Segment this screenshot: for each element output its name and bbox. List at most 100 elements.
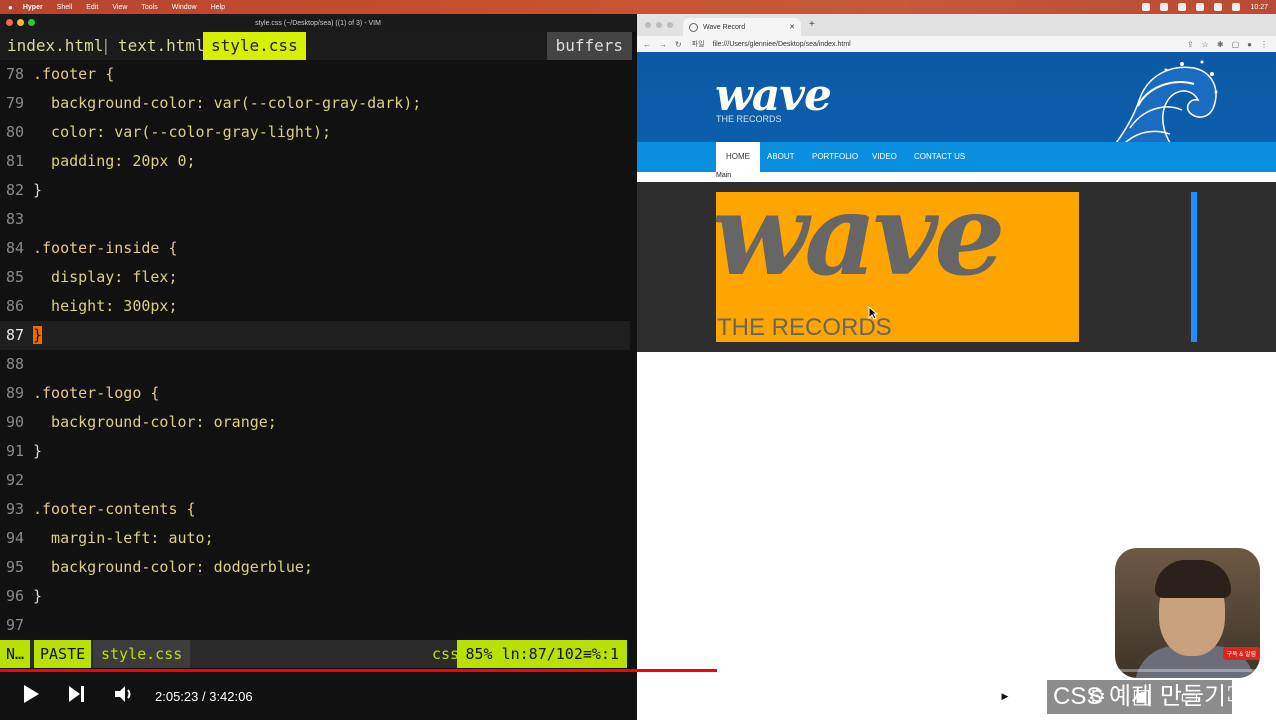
address-bar[interactable]: file:///Users/glenniee/Desktop/sea/index… (713, 41, 851, 48)
code-line: 94 margin-left: auto; (5, 529, 214, 547)
autoplay-icon: ▶ (996, 687, 1014, 705)
nav-contact-us[interactable]: CONTACT US (914, 142, 965, 172)
mouse-pointer-icon (868, 306, 878, 320)
video-controls: 2:05:23 / 3:42:06 ▶ CSS 예제 만들기 ⚙ ▣ ▭ ⛶ (0, 672, 1276, 720)
menu-window[interactable]: Window (172, 4, 197, 11)
nav-portfolio[interactable]: PORTFOLIO (812, 142, 858, 172)
close-tab-icon[interactable]: ✕ (789, 23, 795, 31)
menu-edit[interactable]: Edit (86, 4, 98, 11)
vim-status-filename: style.css (93, 640, 191, 668)
vim-cursor-position: 85% ln:87/102≡%:1 (457, 640, 627, 668)
code-line: 79 background-color: var(--color-gray-da… (5, 94, 422, 112)
browser-tab[interactable]: Wave Record ✕ (683, 18, 801, 36)
code-line: 83 (5, 210, 24, 228)
wifi-icon[interactable] (1196, 3, 1205, 11)
code-line: 91} (5, 442, 43, 460)
code-line: 97 (5, 616, 24, 634)
code-line: 90 background-color: orange; (5, 413, 277, 431)
nav-video[interactable]: VIDEO (872, 142, 897, 172)
nav-about[interactable]: ABOUT (767, 142, 795, 172)
zoom-window-button[interactable] (28, 19, 35, 26)
vim-tab-style-css[interactable]: style.css (203, 32, 306, 60)
vim-tab-text-html[interactable]: text.html (118, 32, 205, 60)
control-center-icon[interactable] (1232, 3, 1241, 11)
terminal-titlebar: style.css (~/Desktop/sea) ((1) of 3) - V… (0, 14, 636, 32)
presenter-hair (1155, 560, 1231, 598)
vim-buffers-label: buffers (546, 32, 632, 60)
menu-shell[interactable]: Shell (57, 4, 73, 11)
browser-tab-title: Wave Record (703, 23, 746, 31)
theater-mode-icon[interactable]: ▭ (1180, 684, 1199, 709)
extensions-icon[interactable]: ✱ (1217, 40, 1224, 49)
close-window-button[interactable] (645, 22, 651, 28)
volume-icon[interactable] (114, 684, 136, 710)
status-icon[interactable] (1178, 3, 1187, 11)
zoom-window-button[interactable] (667, 22, 673, 28)
profile-avatar-icon[interactable]: ● (1247, 40, 1252, 49)
code-line: 88 (5, 355, 24, 373)
code-line: 81 padding: 20px 0; (5, 152, 196, 170)
status-icon[interactable] (1160, 3, 1169, 11)
search-icon[interactable] (1214, 3, 1223, 11)
code-line: 93 .footer-contents { (5, 500, 196, 518)
menu-kebab-icon[interactable]: ⋮ (1260, 40, 1268, 49)
window-controls (6, 19, 35, 26)
code-line: 85 display: flex; (5, 268, 178, 286)
share-icon[interactable]: ⇪ (1187, 40, 1194, 49)
webcam-overlay: 구독 & 알림 (1115, 548, 1260, 678)
play-icon[interactable] (22, 684, 40, 710)
video-timecode: 2:05:23 / 3:42:06 (155, 689, 253, 704)
browser-tools: ⇪ ☆ ✱ ▢ ● ⋮ (1187, 40, 1268, 49)
code-line: 78 .footer { (5, 65, 115, 83)
minimize-window-button[interactable] (17, 19, 24, 26)
forward-icon[interactable]: → (659, 40, 667, 49)
vim-paste-indicator: PASTE (34, 640, 92, 668)
code-line: 86 height: 300px; (5, 297, 178, 315)
menu-tools[interactable]: Tools (141, 4, 157, 11)
code-line: 92 (5, 471, 24, 489)
code-line: 95 background-color: dodgerblue; (5, 558, 313, 576)
vim-tab-index-html[interactable]: index.html (7, 32, 103, 60)
subscribe-badge[interactable]: 구독 & 알림 (1222, 647, 1260, 660)
footer-logo-subtitle: THE RECORDS (717, 314, 892, 341)
vim-tab-separator: | (101, 36, 111, 55)
nav-buttons: ← → ↻ (643, 40, 682, 49)
footer-logo[interactable]: wave THE RECORDS (716, 192, 1079, 342)
footer-contents (1191, 192, 1197, 342)
menu-app-name[interactable]: Hyper (23, 4, 43, 11)
site-tagline: THE RECORDS (716, 114, 782, 124)
menu-view[interactable]: View (112, 4, 127, 11)
terminal-window: style.css (~/Desktop/sea) ((1) of 3) - V… (0, 14, 636, 720)
browser-tabbar: Wave Record ✕ + (637, 14, 1276, 36)
code-line: 84 .footer-inside { (5, 239, 178, 257)
menubar-clock[interactable]: 10:27 (1250, 4, 1268, 11)
bookmark-star-icon[interactable]: ☆ (1202, 40, 1209, 49)
apple-icon[interactable]: ● (8, 3, 13, 12)
code-line: 96} (5, 587, 43, 605)
reload-icon[interactable]: ↻ (675, 40, 682, 49)
settings-gear-icon[interactable]: ⚙ (1088, 684, 1106, 709)
browser-toolbar: ← → ↻ 파일 file:///Users/glenniee/Desktop/… (637, 36, 1276, 53)
new-tab-icon[interactable]: + (809, 19, 815, 30)
nav-home[interactable]: HOME (716, 142, 760, 172)
vim-cursor: } (33, 326, 43, 344)
site-nav: HOME ABOUT PORTFOLIO VIDEO CONTACT US (637, 142, 1276, 172)
fullscreen-icon[interactable]: ⛶ (1228, 684, 1242, 707)
globe-icon (689, 22, 698, 32)
menu-help[interactable]: Help (211, 4, 225, 11)
vim-statusline: N… PASTE style.css css 85% ln:87/102≡%:1 (0, 640, 627, 668)
code-line: 89 .footer-logo { (5, 384, 160, 402)
code-line-current: 87} (0, 321, 630, 350)
autoplay-toggle[interactable]: ▶ (982, 687, 1014, 705)
next-icon[interactable] (68, 684, 86, 710)
terminal-title: style.css (~/Desktop/sea) ((1) of 3) - V… (255, 19, 381, 27)
sidebar-icon[interactable]: ▢ (1232, 40, 1240, 49)
vim-mode-indicator: N… (0, 640, 31, 668)
close-window-button[interactable] (6, 19, 13, 26)
back-icon[interactable]: ← (643, 40, 651, 49)
window-controls (645, 22, 673, 28)
status-icon[interactable] (1142, 3, 1151, 11)
url-scheme-label: 파일 (691, 41, 705, 48)
minimize-window-button[interactable] (656, 22, 662, 28)
miniplayer-icon[interactable]: ▣ (1132, 684, 1151, 709)
